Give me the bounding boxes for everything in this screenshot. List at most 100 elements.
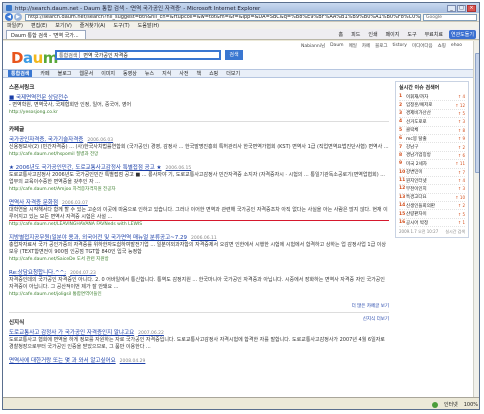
zoom-level[interactable]: 100% bbox=[464, 402, 478, 408]
media-link[interactable]: 미디어다음 bbox=[412, 43, 433, 49]
realtime-keyword[interactable]: 신생인들회의판 bbox=[406, 203, 458, 209]
tab-image[interactable]: 이미지 bbox=[101, 70, 115, 77]
realtime-item[interactable]: 4 선거도로로 ↑ 3 bbox=[399, 118, 465, 127]
daum-link[interactable]: Daum bbox=[330, 43, 343, 49]
realtime-keyword[interactable]: 선거도로로 bbox=[406, 119, 458, 125]
knowledge-result-title[interactable]: 도로교통사고 감정사 가 국가공인 자격증인지 알냐고요 bbox=[9, 330, 134, 336]
realtime-item[interactable]: 5 클락체 ↑ 8 bbox=[399, 127, 465, 135]
maximize-button[interactable]: □ bbox=[457, 4, 466, 12]
realtime-item[interactable]: 14 신생인들회의판 ↑ 2 bbox=[399, 202, 465, 211]
cafe-result-title[interactable]: 지방별접지공무원(일분야 용과, 외국어전 및 국가면역 매뉴얼 분류공고~7.… bbox=[9, 235, 187, 241]
scroll-thumb[interactable] bbox=[475, 53, 479, 173]
realtime-keyword[interactable]: 이휘재/까자 bbox=[406, 94, 458, 100]
more-cafe-link[interactable]: 더 많은 카페글 보기 bbox=[9, 303, 389, 309]
print-button[interactable]: 인쇄 bbox=[366, 30, 379, 39]
realtime-keyword[interactable]: 뭔지인터넷 bbox=[406, 178, 458, 184]
cafe-result-title[interactable]: 면역사 자격증 문화점 bbox=[9, 200, 58, 206]
realtime-keyword[interactable]: 경제비가산산 bbox=[406, 110, 458, 116]
menu-favorites[interactable]: 즐겨찾기(A) bbox=[80, 22, 106, 29]
close-button[interactable]: × bbox=[467, 4, 476, 12]
realtime-keyword[interactable]: 임정훈/예저로 bbox=[406, 102, 455, 108]
realtime-item[interactable]: 9 미국 2세자 ↑ 11 bbox=[399, 160, 465, 169]
sponsor-link[interactable]: ■ 국제면역전문 상담전수 bbox=[9, 93, 389, 101]
menu-help[interactable]: 도움말(H) bbox=[138, 22, 159, 29]
cafe-result-source[interactable]: 통합면역아들인 bbox=[73, 292, 102, 297]
cafe-result-source[interactable]: 도서 관련 지원방 bbox=[77, 257, 109, 262]
realtime-item[interactable]: 3 경제비가산산 ↑ 5 bbox=[399, 110, 465, 119]
knowledge-result-title[interactable]: 면역사에 대한거랑 또는 몇 과 와서 알고싶어요 bbox=[9, 358, 116, 364]
realtime-keyword[interactable]: 특경고다요 bbox=[406, 194, 455, 200]
tab-news[interactable]: 뉴스 bbox=[145, 70, 154, 77]
menu-view[interactable]: 보기(V) bbox=[55, 22, 72, 29]
cafe-result-url[interactable]: http://cafe.daum.net/SaiceDe bbox=[9, 257, 75, 262]
cafe-result-title[interactable]: ★ 2006년도 국가공인민간, 도로교통사고감정사 특별접점 공고 ★ bbox=[9, 165, 161, 171]
tab-knowledge[interactable]: 지식 bbox=[162, 70, 171, 77]
fav-addon-button[interactable]: 연관도돌기 bbox=[448, 29, 476, 39]
cafe-result-url[interactable]: http://cafe.daum.net/LEAVINGHAVANA bbox=[9, 222, 95, 227]
tab-dictionary[interactable]: 사전 bbox=[179, 70, 188, 77]
back-button[interactable]: ◀ bbox=[5, 13, 13, 21]
cafe-result-url[interactable]: http://cafe.daum.net/joligsil bbox=[9, 292, 71, 297]
daum-logo[interactable]: Daum bbox=[11, 49, 58, 67]
cafe-result-title[interactable]: 국가공인자격증, 국가기술자격증 bbox=[9, 137, 83, 143]
blog-link[interactable]: 블로그 bbox=[375, 43, 387, 49]
realtime-item[interactable]: 12 부천이인지 ↑ 3 bbox=[399, 185, 465, 194]
tab-video[interactable]: 동영상 bbox=[123, 70, 137, 77]
realtime-keyword[interactable]: 부천이인지 bbox=[406, 186, 458, 192]
more-knowledge-link[interactable]: 신지식 더보기 bbox=[363, 316, 389, 328]
home-button[interactable]: 홈 bbox=[337, 30, 346, 39]
search-input[interactable]: 면역 국가공인 자격증 bbox=[80, 52, 131, 59]
realtime-keyword[interactable]: 강변민이 bbox=[406, 169, 458, 175]
realtime-keyword[interactable]: 산량판자이 bbox=[406, 211, 458, 217]
sponsor-url[interactable]: http://yesosjong.co.kr bbox=[9, 110, 389, 115]
tab-shopping[interactable]: 쇼핑 bbox=[209, 70, 218, 77]
cafe-result-url[interactable]: http://cafe.daum.net/Amjoo bbox=[9, 187, 71, 192]
vertical-scrollbar[interactable] bbox=[473, 41, 479, 397]
realtime-item[interactable]: 13 특경고다요 ↑ 10 bbox=[399, 194, 465, 203]
cafe-link[interactable]: 카페 bbox=[362, 43, 370, 49]
realtime-item[interactable]: 8 경남기업징방 ↑ 6 bbox=[399, 152, 465, 161]
search-scope-select[interactable]: 통합검색 bbox=[57, 51, 81, 59]
tab-all[interactable]: 통합검색 bbox=[8, 70, 33, 77]
toolbar-search-input[interactable]: Google bbox=[423, 13, 477, 21]
browser-tab[interactable]: Daum 통합 검색 - '면역 국가... bbox=[6, 29, 86, 39]
realtime-item[interactable]: 6 mc봉 탈출 ↑ 9 bbox=[399, 135, 465, 144]
realtime-item[interactable]: 10 강변민이 ↑ 7 bbox=[399, 169, 465, 177]
realtime-keyword[interactable]: 미국 2세자 bbox=[406, 161, 455, 167]
realtime-keyword[interactable]: 클락체 bbox=[406, 127, 458, 133]
realtime-keyword[interactable]: 강남구 bbox=[406, 144, 458, 150]
user-link[interactable]: Nabianni님 bbox=[301, 43, 325, 49]
tab-blog[interactable]: 블로그 bbox=[58, 70, 72, 77]
realtime-more-link[interactable]: 실시간 검색 bbox=[445, 229, 465, 235]
menu-tools[interactable]: 도구(T) bbox=[114, 22, 130, 29]
search-button[interactable]: 검색 bbox=[225, 50, 243, 60]
cafe-result-url[interactable]: http://cafe.daum.net/hspomil bbox=[9, 152, 75, 157]
realtime-item[interactable]: 2 임정훈/예저로 ↑ 12 bbox=[399, 101, 465, 110]
bookmark-button[interactable]: 무료치료 bbox=[423, 30, 445, 39]
shopping-link[interactable]: 쇼핑 bbox=[438, 43, 446, 49]
forward-button[interactable]: ▶ bbox=[14, 13, 22, 21]
tab-more[interactable]: 더보기 bbox=[226, 70, 240, 77]
ehoo-link[interactable]: ehoo bbox=[451, 43, 462, 49]
tab-book[interactable]: 책 bbox=[196, 70, 201, 77]
tab-web[interactable]: 웹문서 bbox=[79, 70, 93, 77]
minimize-button[interactable]: _ bbox=[447, 4, 456, 12]
cafe-result-source[interactable]: 자격증자격지원 전공자 bbox=[73, 187, 116, 192]
realtime-keyword[interactable]: mc봉 탈출 bbox=[406, 136, 458, 142]
feed-button[interactable]: 피드 bbox=[349, 30, 362, 39]
cafe-result-title[interactable]: Re:상담요청합니다.^^; bbox=[9, 270, 66, 276]
tistory-link[interactable]: tistory bbox=[393, 43, 407, 49]
tools-menu-button[interactable]: 도구 bbox=[405, 30, 418, 39]
cafe-result-source[interactable]: FAVNeds with LEWIS bbox=[96, 222, 142, 227]
realtime-item[interactable]: 1 이휘재/까자 ↑ 4 bbox=[399, 93, 465, 102]
tab-cafe[interactable]: 카페 bbox=[40, 70, 49, 77]
menu-edit[interactable]: 편집(E) bbox=[31, 22, 47, 29]
url-input[interactable]: http://search.daum.net/search?nil_sugges… bbox=[25, 13, 421, 21]
realtime-item[interactable]: 11 뭔지인터넷 ↑ 4 bbox=[399, 177, 465, 186]
realtime-keyword[interactable]: 공시어 박정 bbox=[406, 220, 458, 226]
menu-file[interactable]: 파일(F) bbox=[7, 22, 23, 29]
realtime-item[interactable]: 15 산량판자이 ↑ 5 bbox=[399, 210, 465, 219]
page-menu-button[interactable]: 페이지 bbox=[384, 30, 402, 39]
realtime-keyword[interactable]: 경남기업징방 bbox=[406, 152, 458, 158]
cafe-result-source[interactable]: 질병과 전망 bbox=[76, 152, 98, 157]
